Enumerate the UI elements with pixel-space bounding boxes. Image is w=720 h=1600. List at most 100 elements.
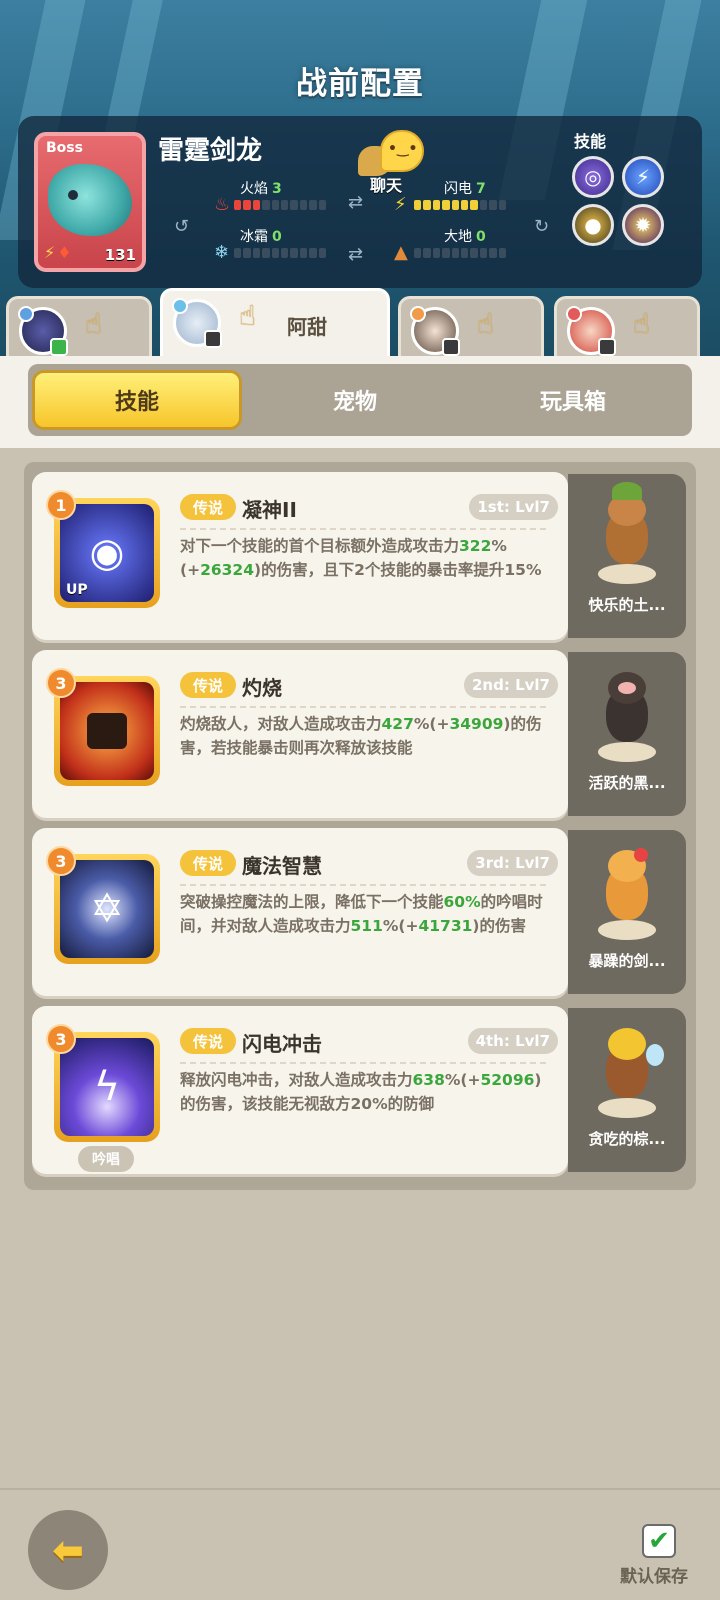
attr-bar-segment	[262, 248, 270, 258]
divider	[180, 528, 546, 530]
divider	[180, 1062, 546, 1064]
mountain-icon: ▲	[394, 242, 408, 263]
pet-name: 暴躁的剑...	[588, 952, 666, 970]
desc-value: 52096	[480, 1071, 535, 1089]
skill-card[interactable]: ✡ 3 传说 魔法智慧 3rd: Lvl7 突破操控魔法的上限，降低下一个技能6…	[32, 828, 568, 996]
attr-bar-segment	[432, 200, 441, 210]
pet-slot[interactable]: 贪吃的棕...	[568, 1008, 686, 1172]
chat-smiley-icon	[380, 130, 424, 172]
slot-tag: 1st: Lvl7	[469, 494, 558, 520]
desc-text: %(+	[382, 917, 419, 935]
desc-value: 26324	[200, 561, 255, 579]
slot-tag: 4th: Lvl7	[467, 1028, 558, 1054]
attr-bar-segment	[423, 248, 431, 258]
attr-lightning-value: 7	[476, 181, 486, 197]
attr-bar-segment	[271, 200, 280, 210]
desc-value: 511	[350, 917, 383, 935]
skill-description: 释放闪电冲击，对敌人造成攻击力638%(+52096)的伤害，该技能无视敌方20…	[180, 1068, 552, 1116]
snowflake-icon: ❄	[214, 242, 230, 263]
attr-bar-segment	[309, 200, 317, 210]
pet-slot[interactable]: 快乐的土...	[568, 474, 686, 638]
beast-skill-icon[interactable]: ●	[572, 204, 614, 246]
chat-button[interactable]: 聊天	[358, 128, 442, 198]
skill-card[interactable]: 3 传说 灼烧 2nd: Lvl7 灼烧敌人，对敌人造成攻击力427%(+349…	[32, 650, 568, 818]
hero-tab-2[interactable]: ☝ 阿甜	[160, 288, 390, 356]
chat-label: 聊天	[370, 176, 403, 195]
dragon-portrait	[48, 164, 132, 236]
vortex-icon[interactable]: ◎	[572, 156, 614, 198]
tiger-pet-icon	[594, 844, 660, 940]
hero-tab-4[interactable]: ☝	[554, 296, 700, 356]
pet-name: 贪吃的棕...	[588, 1130, 666, 1148]
skill-row[interactable]: 3 传说 灼烧 2nd: Lvl7 灼烧敌人，对敌人造成攻击力427%(+349…	[32, 650, 692, 820]
boss-card[interactable]: Boss ⚡ ♦ 131	[34, 132, 146, 272]
skill-row[interactable]: ◉ UP 1 传说 凝神II 1st: Lvl7 对下一个技能的首个目标额外造成…	[32, 472, 692, 642]
bottom-bar: ⬅ ✔ 默认保存	[0, 1488, 720, 1600]
status-icon	[598, 338, 616, 356]
hero-tab-1[interactable]: ☝	[6, 296, 152, 356]
pointing-hand-icon: ☝	[477, 307, 495, 340]
status-icon	[442, 338, 460, 356]
chant-tag: 吟唱	[78, 1146, 134, 1172]
checkmark-icon: ✔	[648, 1526, 670, 1556]
attr-bar-segment	[498, 248, 507, 258]
skill-description: 对下一个技能的首个目标额外造成攻击力322%(+26324)的伤害，且下2个技能…	[180, 534, 552, 582]
pet-slot[interactable]: 暴躁的剑...	[568, 830, 686, 994]
attr-earth: 大地 0	[444, 226, 486, 246]
tab-toybox[interactable]: 玩具箱	[468, 370, 678, 430]
rarity-tag: 传说	[180, 494, 236, 520]
hero-avatar	[18, 306, 68, 356]
desc-text: )的伤害，且下2个技能的暴击率提升15%	[254, 561, 542, 579]
attr-bar-segment	[243, 248, 251, 258]
class-icon	[566, 306, 582, 322]
pet-base	[598, 920, 656, 940]
skill-row[interactable]: ✡ 3 传说 魔法智慧 3rd: Lvl7 突破操控魔法的上限，降低下一个技能6…	[32, 828, 692, 998]
default-save-checkbox[interactable]: ✔	[642, 1524, 676, 1558]
attr-bar-segment	[290, 248, 298, 258]
attr-bar-segment	[479, 200, 488, 210]
skill-card[interactable]: ϟ 吟唱 3 传说 闪电冲击 4th: Lvl7 释放闪电冲击，对敌人造成攻击力…	[32, 1006, 568, 1174]
flower-icon	[634, 848, 648, 862]
default-save-label: 默认保存	[620, 1567, 688, 1587]
pet-base	[598, 1098, 656, 1118]
divider	[180, 884, 546, 886]
attr-earth-label: 大地	[444, 229, 472, 245]
tab-pets[interactable]: 宠物	[250, 370, 460, 430]
attr-bar-segment	[262, 200, 270, 210]
pointing-hand-icon: ☝	[85, 307, 103, 340]
attr-bar-segment	[451, 248, 460, 258]
attr-bar-segment	[489, 248, 497, 258]
attr-fire-value: 3	[272, 181, 282, 197]
pet-name: 活跃的黑...	[588, 774, 666, 792]
class-icon	[18, 306, 34, 322]
tab-skills[interactable]: 技能	[32, 370, 242, 430]
page-title: 战前配置	[296, 66, 424, 102]
pet-base	[598, 564, 656, 584]
pointing-hand-icon: ☝	[239, 299, 257, 332]
pet-name: 快乐的土...	[588, 596, 666, 614]
skill-row[interactable]: ϟ 吟唱 3 传说 闪电冲击 4th: Lvl7 释放闪电冲击，对敌人造成攻击力…	[32, 1006, 692, 1176]
attr-bar-segment	[442, 248, 450, 258]
pointing-hand-icon: ☝	[633, 307, 651, 340]
desc-text: 对下一个技能的首个目标额外造成攻击力	[180, 537, 460, 555]
attr-fire: 火焰 3	[240, 178, 282, 198]
back-button[interactable]: ⬅	[28, 1510, 108, 1590]
hero-tab-3[interactable]: ☝	[398, 296, 544, 356]
skill-card[interactable]: ◉ UP 1 传说 凝神II 1st: Lvl7 对下一个技能的首个目标额外造成…	[32, 472, 568, 640]
attr-bar-segment	[252, 200, 261, 210]
dark-orb-skill-icon[interactable]: ✹	[622, 204, 664, 246]
slot-tag: 2nd: Lvl7	[464, 672, 558, 698]
boss-panel: Boss ⚡ ♦ 131 雷霆剑龙 火焰 3 ♨ 冰霜 0 ❄ 闪电 7 ⚡ 大地 0 ▲…	[18, 116, 702, 288]
skill-name: 凝神II	[242, 498, 297, 522]
attr-bar-segment	[243, 200, 251, 210]
attr-frost-bar	[234, 248, 327, 258]
attr-fire-label: 火焰	[240, 181, 268, 197]
attr-bar-segment	[470, 248, 478, 258]
boss-skills-label: 技能	[574, 132, 607, 151]
pet-slot[interactable]: 活跃的黑...	[568, 652, 686, 816]
lightning-skill-icon[interactable]: ⚡	[622, 156, 664, 198]
attr-bar-segment	[309, 248, 317, 258]
skill-name: 魔法智慧	[242, 854, 322, 878]
attr-bar-segment	[479, 248, 488, 258]
attr-bar-segment	[414, 200, 422, 210]
